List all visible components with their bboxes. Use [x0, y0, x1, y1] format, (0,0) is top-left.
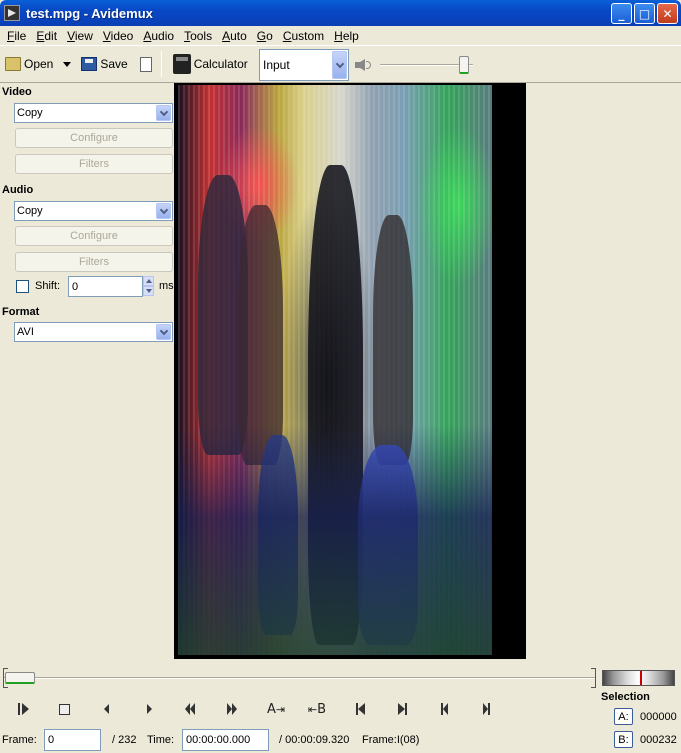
audio-configure-button[interactable]: Configure: [15, 226, 173, 246]
goto-marker-a-icon[interactable]: [434, 700, 454, 718]
video-configure-button[interactable]: Configure: [15, 128, 173, 148]
video-frame: [178, 85, 492, 655]
shift-spinner[interactable]: [143, 276, 154, 297]
frame-label: Frame:: [2, 734, 37, 746]
set-marker-b-icon[interactable]: ⇤ B: [302, 700, 332, 718]
toolbar: Open Save Calculator Input: [0, 45, 681, 83]
display-source-value: Input: [263, 58, 290, 72]
menu-go[interactable]: Go: [252, 29, 278, 43]
close-button[interactable]: ✕: [657, 3, 678, 24]
goto-end-icon[interactable]: [392, 700, 412, 718]
stop-icon[interactable]: [54, 700, 74, 718]
title-bar: test.mpg - Avidemux _ □ ✕: [0, 0, 681, 26]
marker-b-button[interactable]: B:: [614, 731, 633, 748]
menu-edit[interactable]: Edit: [31, 29, 62, 43]
audio-filters-button[interactable]: Filters: [15, 252, 173, 272]
volume-slider[interactable]: [380, 56, 473, 74]
format-value: AVI: [17, 326, 34, 338]
properties-button[interactable]: [139, 56, 155, 72]
frame-type: Frame:I(08): [362, 734, 420, 746]
spin-down-icon[interactable]: [143, 286, 154, 296]
folder-icon: [5, 57, 21, 71]
time-total: / 00:00:09.320: [279, 734, 350, 746]
mark-b-label: B: [317, 701, 327, 717]
menu-auto[interactable]: Auto: [217, 29, 252, 43]
menu-audio[interactable]: Audio: [138, 29, 179, 43]
menu-tools[interactable]: Tools: [179, 29, 217, 43]
time-label: Time:: [147, 734, 175, 746]
volume-slider-thumb[interactable]: [459, 56, 469, 74]
next-keyframe-icon[interactable]: [222, 700, 242, 718]
floppy-disk-icon: [81, 57, 98, 71]
selection-heading: Selection: [601, 691, 650, 703]
set-marker-a-icon[interactable]: A ⇥: [262, 700, 290, 718]
open-label: Open: [24, 57, 54, 71]
format-select[interactable]: AVI: [14, 322, 173, 342]
timeline-slider[interactable]: [3, 668, 596, 688]
video-codec-value: Copy: [17, 107, 43, 119]
chevron-down-icon[interactable]: [156, 105, 171, 121]
properties-icon: [139, 56, 152, 72]
format-heading: Format: [2, 306, 40, 318]
menu-custom[interactable]: Custom: [278, 29, 329, 43]
marker-a-value: 000000: [640, 711, 677, 723]
jog-shuttle[interactable]: [602, 670, 675, 686]
chevron-down-icon[interactable]: [156, 203, 171, 219]
shift-input[interactable]: 0: [68, 276, 143, 297]
shift-label: Shift:: [35, 280, 61, 292]
marker-b-value: 000232: [640, 734, 677, 746]
time-input[interactable]: 00:00:00.000: [182, 729, 269, 751]
audio-codec-value: Copy: [17, 205, 43, 217]
next-frame-icon[interactable]: [139, 700, 159, 718]
frame-total: / 232: [112, 734, 137, 746]
menu-video[interactable]: Video: [98, 29, 138, 43]
play-icon[interactable]: [13, 700, 33, 718]
audio-codec-select[interactable]: Copy: [14, 201, 173, 221]
menu-help[interactable]: Help: [329, 29, 364, 43]
app-icon: [4, 5, 20, 21]
open-button[interactable]: Open: [5, 57, 53, 71]
menu-bar: File Edit View Video Audio Tools Auto Go…: [0, 26, 681, 45]
display-source-select[interactable]: Input: [259, 49, 349, 81]
calculator-button[interactable]: Calculator: [172, 54, 248, 74]
minimize-button[interactable]: _: [611, 3, 632, 24]
window-title: test.mpg - Avidemux: [26, 5, 153, 21]
calculator-label: Calculator: [193, 57, 248, 71]
chevron-down-icon[interactable]: [332, 51, 347, 79]
maximize-button[interactable]: □: [634, 3, 655, 24]
video-codec-select[interactable]: Copy: [14, 103, 173, 123]
mark-a-label: A: [266, 701, 276, 717]
marker-a-button[interactable]: A:: [614, 708, 633, 725]
menu-file[interactable]: File: [2, 29, 31, 43]
frame-input[interactable]: 0: [44, 729, 101, 751]
save-label: Save: [100, 57, 128, 71]
previous-keyframe-icon[interactable]: [180, 700, 200, 718]
shift-checkbox[interactable]: [16, 280, 29, 293]
goto-start-icon[interactable]: [350, 700, 370, 718]
video-filters-button[interactable]: Filters: [15, 154, 173, 174]
chevron-down-icon[interactable]: [156, 324, 171, 340]
timeline-thumb[interactable]: [5, 672, 35, 684]
open-recent-dropdown-icon[interactable]: [63, 61, 72, 67]
speaker-icon: [355, 58, 371, 72]
audio-heading: Audio: [2, 184, 34, 196]
spin-up-icon[interactable]: [143, 276, 154, 286]
menu-view[interactable]: View: [62, 29, 98, 43]
video-preview: [174, 83, 526, 659]
calculator-icon: [172, 54, 191, 74]
goto-marker-b-icon[interactable]: [476, 700, 496, 718]
previous-frame-icon[interactable]: [96, 700, 116, 718]
video-heading: Video: [2, 86, 32, 98]
shift-unit-label: ms: [159, 280, 174, 292]
toolbar-separator: [160, 51, 162, 77]
save-button[interactable]: Save: [81, 57, 128, 71]
